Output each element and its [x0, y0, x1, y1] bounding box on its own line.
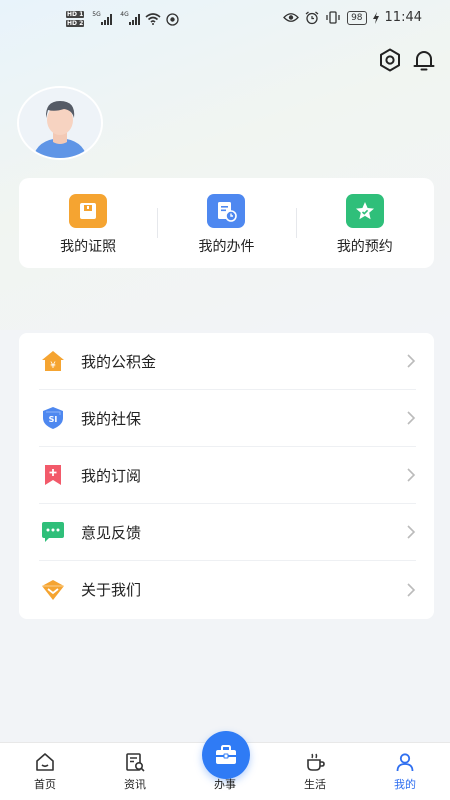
quick-action-label: 我的证照: [60, 239, 117, 255]
nav-label: 我的: [394, 778, 416, 791]
user-avatar-icon: [19, 88, 101, 158]
alarm-icon: [305, 10, 319, 24]
user-icon: [396, 753, 414, 772]
sim1-label: HD 1: [66, 11, 85, 18]
license-icon: [69, 194, 108, 228]
nav-label: 首页: [34, 778, 56, 791]
chevron-right-icon: [407, 582, 416, 597]
signal1-type: 5G: [92, 10, 101, 18]
status-bar: HD 1 HD 2 5G 4G 98 11:44: [0, 0, 450, 38]
chevron-right-icon: [407, 468, 416, 482]
menu-item-label: 我的公积金: [81, 352, 157, 371]
menu-item-label: 我的订阅: [81, 466, 142, 485]
feedback-icon: [39, 518, 67, 546]
signal2-type: 4G: [120, 10, 129, 18]
status-time: 11:44: [384, 10, 422, 25]
charging-icon: [372, 11, 379, 24]
menu-item-label: 我的社保: [81, 409, 142, 428]
sim2-label: HD 2: [66, 20, 85, 27]
signal-icon: 5G: [92, 11, 113, 25]
about-icon: [39, 576, 67, 604]
quick-action-appointments[interactable]: 我的预约: [295, 178, 434, 268]
home-icon: [36, 753, 54, 771]
subscribe-icon: [39, 461, 67, 489]
menu-item-social-security[interactable]: SI 我的社保: [39, 390, 416, 447]
avatar[interactable]: [19, 88, 101, 158]
nav-tab-home[interactable]: 首页: [0, 743, 90, 800]
quick-action-applications[interactable]: 我的办件: [157, 178, 295, 268]
nav-label: 生活: [304, 778, 326, 791]
nav-tab-news[interactable]: 资讯: [90, 743, 180, 800]
social-security-icon: SI: [39, 404, 67, 432]
news-icon: [126, 753, 145, 772]
briefcase-icon: [216, 745, 236, 764]
signal-icon: 4G: [120, 11, 141, 25]
menu-item-feedback[interactable]: 意见反馈: [39, 504, 416, 561]
quick-action-label: 我的办件: [198, 239, 255, 255]
star-icon: [345, 194, 384, 228]
menu-item-label: 关于我们: [81, 581, 142, 599]
chevron-right-icon: [407, 411, 416, 425]
menu-item-subscriptions[interactable]: 我的订阅: [39, 447, 416, 504]
quick-action-label: 我的预约: [336, 239, 393, 255]
svg-text:¥: ¥: [50, 361, 56, 371]
svg-text:SI: SI: [49, 415, 58, 424]
data-saver-icon: [166, 12, 179, 26]
settings-hexagon-icon[interactable]: [376, 46, 404, 74]
services-center-button[interactable]: [202, 731, 250, 779]
quick-actions-card: 我的证照 我的办件 我的预约: [19, 178, 434, 268]
nav-label: 资讯: [124, 778, 146, 791]
nav-tab-mine[interactable]: 我的: [360, 743, 450, 800]
quick-action-licenses[interactable]: 我的证照: [19, 178, 157, 268]
nav-tab-life[interactable]: 生活: [270, 743, 360, 800]
avatar-circle: [19, 88, 101, 158]
menu-item-label: 意见反馈: [81, 523, 142, 542]
coffee-cup-icon: [307, 753, 325, 771]
chevron-right-icon: [407, 525, 416, 539]
bell-icon[interactable]: [410, 46, 438, 74]
housing-fund-icon: ¥: [39, 347, 67, 375]
document-clock-icon: [207, 194, 246, 228]
menu-item-about-us[interactable]: 关于我们: [39, 561, 416, 618]
menu-list-card: ¥ 我的公积金 SI 我的社保 我的订阅 意见反馈 关于我们: [19, 333, 434, 619]
dual-sim-indicator: HD 1 HD 2: [66, 10, 85, 28]
vibrate-icon: [326, 11, 340, 24]
wifi-icon: [145, 13, 161, 25]
chevron-right-icon: [407, 354, 416, 368]
battery-level: 98: [347, 10, 367, 25]
eye-icon: [283, 13, 299, 22]
menu-item-housing-fund[interactable]: ¥ 我的公积金: [39, 333, 416, 390]
